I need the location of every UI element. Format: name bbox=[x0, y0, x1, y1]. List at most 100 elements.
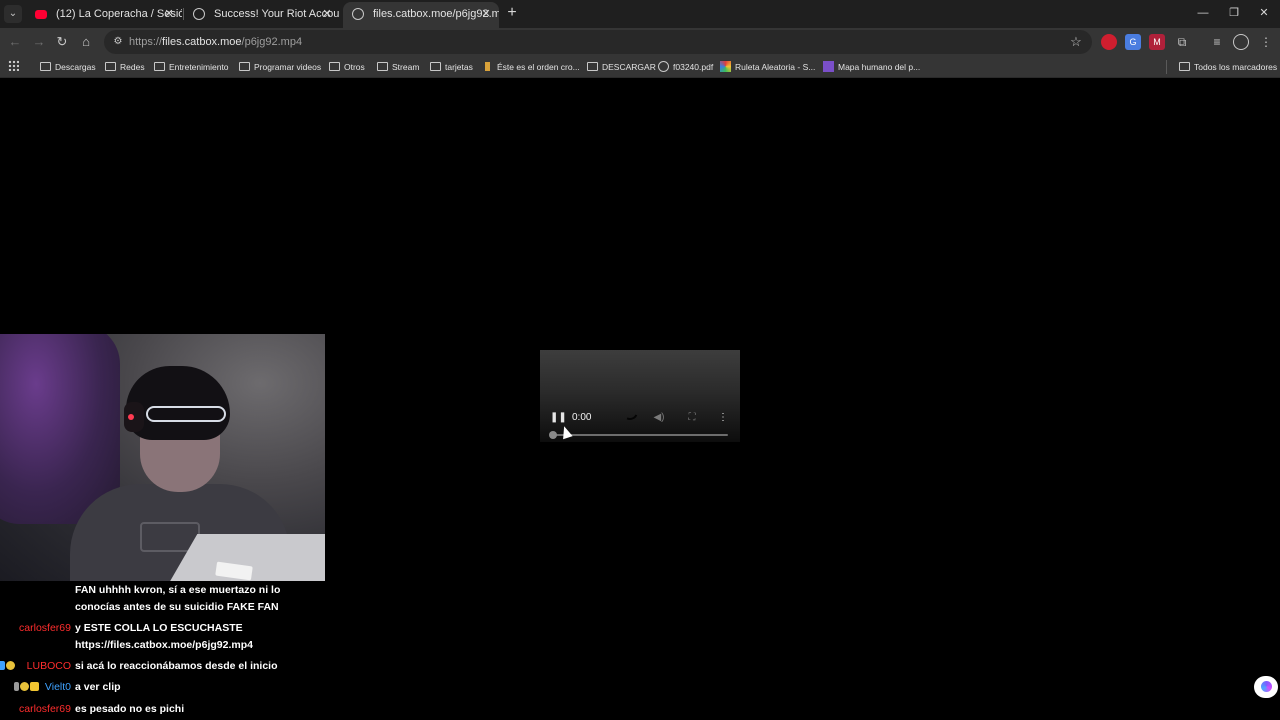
bookmark-redes[interactable]: Redes bbox=[105, 59, 145, 75]
bookmark-label: Mapa humano del p... bbox=[838, 62, 921, 72]
tab-youtube[interactable]: (12) La Coperacha / Sesión 01 / ✕ bbox=[26, 2, 182, 28]
chat-message-text: si acá lo reaccionábamos desde el inicio bbox=[75, 660, 278, 672]
bookmark-label: Descargas bbox=[55, 62, 96, 72]
folder-icon bbox=[239, 62, 250, 71]
close-icon[interactable]: ✕ bbox=[320, 2, 334, 26]
chat-badges bbox=[0, 658, 16, 675]
chat-username[interactable]: carlosfer69 bbox=[19, 701, 71, 718]
minimize-button[interactable]: — bbox=[1195, 5, 1211, 21]
bookmark-tarjetas[interactable]: tarjetas bbox=[430, 59, 473, 75]
tab-search-chevron-icon[interactable]: ⌄ bbox=[4, 5, 22, 23]
bookmark-descargar[interactable]: DESCARGAR bbox=[587, 59, 656, 75]
folder-icon bbox=[430, 62, 441, 71]
bookmark-label: tarjetas bbox=[445, 62, 473, 72]
folder-icon bbox=[587, 62, 598, 71]
bookmark-label: Todos los marcadores bbox=[1194, 62, 1278, 72]
badge-icon bbox=[6, 661, 15, 670]
chat-username[interactable]: Vielt0 bbox=[45, 679, 71, 696]
folder-icon bbox=[105, 62, 116, 71]
glasses bbox=[146, 406, 226, 422]
more-options-icon[interactable]: ⋮ bbox=[718, 411, 728, 425]
bookmark-label: Programar videos bbox=[254, 62, 322, 72]
assistant-button[interactable] bbox=[1254, 676, 1278, 698]
bookmark-stream[interactable]: Stream bbox=[377, 59, 419, 75]
bookmark-label: f03240.pdf bbox=[673, 62, 714, 72]
globe-icon bbox=[658, 61, 669, 72]
folder-icon bbox=[377, 62, 388, 71]
browser-toolbar: ← → ↻ ⌂ ⚙ https://files.catbox.moe/p6jg9… bbox=[0, 28, 1280, 56]
menu-kebab-icon[interactable]: ⋮ bbox=[1258, 34, 1274, 50]
url-path: /p6jg92.mp4 bbox=[241, 36, 303, 48]
folder-icon bbox=[154, 62, 165, 71]
headset bbox=[124, 402, 144, 432]
webcam-overlay bbox=[0, 334, 325, 581]
extension-m-icon[interactable]: M bbox=[1149, 34, 1165, 50]
folder-icon bbox=[329, 62, 340, 71]
restore-button[interactable]: ❐ bbox=[1226, 5, 1242, 21]
chat-message-text: y ESTE COLLA LO ESCUCHASTE https://files… bbox=[75, 622, 253, 651]
globe-icon bbox=[193, 8, 205, 20]
loading-spinner-icon bbox=[619, 401, 641, 423]
apps-grid-icon[interactable] bbox=[8, 60, 19, 71]
youtube-icon bbox=[35, 10, 47, 19]
tab-catbox-video[interactable]: files.catbox.moe/p6jg92.mp4 ✕ bbox=[343, 2, 499, 28]
map-icon bbox=[823, 61, 834, 72]
bookmarks-separator bbox=[1166, 60, 1167, 74]
bookmark-label: Redes bbox=[120, 62, 145, 72]
address-bar[interactable]: ⚙ https://files.catbox.moe/p6jg92.mp4 ☆ bbox=[104, 30, 1092, 54]
bookmark-label: Entretenimiento bbox=[169, 62, 229, 72]
fullscreen-icon[interactable]: ⛶ bbox=[685, 411, 699, 425]
site-settings-icon[interactable]: ⚙ bbox=[110, 34, 126, 50]
chat-badges bbox=[14, 679, 40, 696]
close-window-button[interactable]: ✕ bbox=[1256, 5, 1272, 21]
bookmark-label: Otros bbox=[344, 62, 365, 72]
extension-red-icon[interactable] bbox=[1101, 34, 1117, 50]
url-scheme: https:// bbox=[129, 36, 163, 48]
bookmark-orden-cronologico[interactable]: Éste es el orden cro... bbox=[482, 59, 580, 75]
url-text: https://files.catbox.moe/p6jg92.mp4 bbox=[129, 30, 302, 54]
bookmark-programar-videos[interactable]: Programar videos bbox=[239, 59, 321, 75]
close-icon[interactable]: ✕ bbox=[162, 2, 176, 26]
extensions-puzzle-icon[interactable]: ⧉ bbox=[1174, 34, 1190, 50]
headset-led bbox=[128, 414, 134, 420]
video-seek-thumb[interactable] bbox=[549, 431, 557, 439]
wheel-icon bbox=[720, 61, 731, 72]
back-button[interactable]: ← bbox=[6, 33, 24, 51]
video-seek-bar[interactable] bbox=[549, 431, 728, 439]
badge-icon bbox=[30, 682, 39, 691]
bookmark-mapa-humano[interactable]: Mapa humano del p... bbox=[823, 59, 920, 75]
globe-icon bbox=[352, 8, 364, 20]
bookmark-f03240-pdf[interactable]: f03240.pdf bbox=[658, 59, 713, 75]
tab-strip: ⌄ (12) La Coperacha / Sesión 01 / ✕ Succ… bbox=[0, 0, 1280, 28]
reload-button[interactable]: ↻ bbox=[53, 33, 71, 51]
volume-icon[interactable]: ◀) bbox=[652, 411, 666, 425]
forward-button[interactable]: → bbox=[30, 33, 48, 51]
bookmark-label: Stream bbox=[392, 62, 420, 72]
media-controls-icon[interactable]: ≡ bbox=[1209, 34, 1225, 50]
chat-username[interactable]: carlosfer69 bbox=[19, 620, 71, 637]
bookmark-otros[interactable]: Otros bbox=[329, 59, 365, 75]
new-tab-button[interactable]: + bbox=[505, 4, 519, 22]
video-current-time: 0:00 bbox=[572, 412, 592, 423]
folder-icon bbox=[1179, 62, 1190, 71]
bookmark-entretenimiento[interactable]: Entretenimiento bbox=[154, 59, 229, 75]
translate-extension-icon[interactable]: G bbox=[1125, 34, 1141, 50]
close-icon[interactable]: ✕ bbox=[479, 2, 493, 26]
bookmark-page-icon bbox=[485, 62, 490, 71]
url-host: files.catbox.moe bbox=[162, 36, 242, 48]
chat-username[interactable]: LUBOCO bbox=[27, 658, 71, 675]
bookmark-label: Éste es el orden cro... bbox=[497, 62, 580, 72]
bookmark-label: DESCARGAR bbox=[602, 62, 656, 72]
chat-message-text: a ver clip bbox=[75, 681, 121, 693]
chat-message-text: FAN uhhhh kvron, sí a ese muertazo ni lo… bbox=[75, 584, 281, 613]
tab-riot-success[interactable]: Success! Your Riot Account is r ✕ bbox=[184, 2, 340, 28]
bookmark-star-icon[interactable]: ☆ bbox=[1068, 34, 1084, 50]
assistant-icon bbox=[1261, 681, 1272, 692]
home-button[interactable]: ⌂ bbox=[77, 33, 95, 51]
bookmark-descargas[interactable]: Descargas bbox=[40, 59, 96, 75]
all-bookmarks[interactable]: Todos los marcadores bbox=[1179, 59, 1277, 75]
bookmark-ruleta-aleatoria[interactable]: Ruleta Aleatoria - S... bbox=[720, 59, 815, 75]
pause-icon[interactable]: ❚❚ bbox=[550, 411, 567, 425]
profile-avatar-icon[interactable] bbox=[1233, 34, 1249, 50]
bookmark-label: Ruleta Aleatoria - S... bbox=[735, 62, 816, 72]
